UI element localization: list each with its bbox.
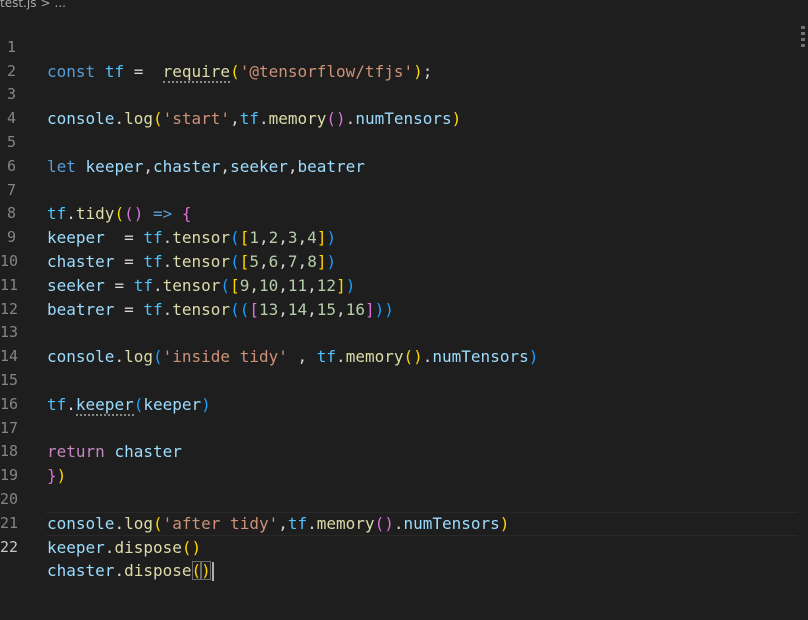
- code-line-2[interactable]: 2: [0, 36, 808, 80]
- token: .: [104, 537, 115, 557]
- code-line-18[interactable]: 18 }): [0, 417, 808, 485]
- bracket-match: ): [201, 561, 211, 581]
- code-editor[interactable]: 1 const tf = require('@tensorflow/tfjs')…: [0, 12, 808, 582]
- token: (): [181, 537, 202, 557]
- breadcrumb-file[interactable]: test.js: [0, 0, 36, 10]
- code-line-21[interactable]: 21 keeper.dispose(): [0, 488, 808, 557]
- token: dispose: [124, 561, 192, 581]
- code-text[interactable]: chaster.dispose(): [47, 559, 214, 583]
- token: chaster: [47, 561, 115, 581]
- code-line-6[interactable]: 6: [0, 131, 808, 175]
- code-line-15[interactable]: 15 tf.keeper(keeper): [0, 345, 808, 416]
- token: keeper: [47, 537, 105, 557]
- code-line-3[interactable]: 3 console.log('start',tf.memory().numTen…: [0, 60, 808, 128]
- code-line-8[interactable]: 8 keeper = tf.tensor([1,2,3,4]): [0, 179, 808, 247]
- text-cursor: [211, 562, 214, 582]
- code-line-12[interactable]: 12: [0, 274, 808, 318]
- breadcrumb[interactable]: test.js >...: [0, 0, 70, 10]
- code-line-5[interactable]: 5 let keeper,chaster,seeker,beatrer: [0, 107, 808, 176]
- code-text[interactable]: keeper.dispose(): [47, 536, 201, 560]
- code-line-7[interactable]: 7 tf.tidy(() => {: [0, 155, 808, 224]
- code-line-1[interactable]: 1 const tf = require('@tensorflow/tfjs')…: [0, 12, 808, 83]
- code-line-14[interactable]: 14: [0, 321, 808, 365]
- code-line-19[interactable]: 19: [0, 440, 808, 484]
- bracket-match: (: [191, 561, 202, 581]
- code-line-4[interactable]: 4: [0, 83, 808, 127]
- breadcrumb-symbol[interactable]: ...: [55, 0, 66, 10]
- line-number: 22: [0, 537, 19, 556]
- code-line-10[interactable]: 10 seeker = tf.tensor([9,10,11,12]): [0, 226, 808, 295]
- token: dispose: [114, 537, 182, 557]
- code-line-16[interactable]: 16: [0, 369, 808, 413]
- code-line-11[interactable]: 11 beatrer = tf.tensor(([13,14,15,16])): [0, 250, 808, 319]
- code-line-13[interactable]: 13 console.log('inside tidy' , tf.memory…: [0, 298, 808, 366]
- breadcrumb-separator: >: [40, 0, 51, 10]
- code-line-20[interactable]: 20 console.log('after tidy',tf.memory().…: [0, 464, 808, 533]
- code-line-17[interactable]: 17 return chaster: [0, 393, 808, 462]
- token: .: [114, 561, 125, 581]
- code-line-22[interactable]: 22 chaster.dispose(): [0, 511, 808, 582]
- code-line-9[interactable]: 9 chaster = tf.tensor([5,6,7,8]): [0, 202, 808, 271]
